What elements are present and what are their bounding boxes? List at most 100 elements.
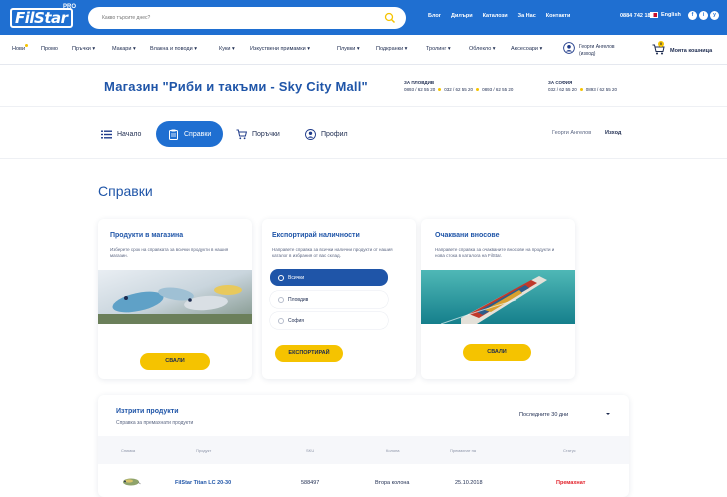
search-input[interactable]: [102, 12, 372, 24]
download-incoming-button[interactable]: СВАЛИ: [463, 344, 531, 361]
instagram-icon[interactable]: i: [699, 11, 708, 20]
top-link-blog[interactable]: Блог: [428, 13, 441, 19]
removed-date: 25.10.2018: [455, 480, 483, 486]
option-sofia[interactable]: София: [270, 312, 388, 329]
plovdiv-phones: ЗА ПЛОВДИВ 0893 / 62 55 20 032 / 62 55 2…: [404, 80, 513, 92]
category-new-label: Нови: [12, 46, 26, 52]
category-new[interactable]: Нови: [12, 44, 29, 52]
cart-label[interactable]: Моята кошница: [670, 48, 712, 54]
column-photo: Снимка: [121, 448, 136, 453]
table-header: [98, 436, 629, 464]
tab-home-label: Начало: [117, 130, 142, 138]
fishing-lures-image: [98, 270, 252, 324]
category-lines-label: Влакна и поводи: [150, 46, 193, 52]
category-reels[interactable]: Макари ▾: [112, 46, 136, 52]
card-in-store-products: Продукти в магазина Изберете срок на спр…: [98, 219, 252, 379]
sofia-phone-2[interactable]: 0893 / 62 55 20: [586, 87, 617, 92]
search-bar: [88, 7, 406, 29]
category-promo[interactable]: Промо: [41, 46, 58, 52]
category-trolling-label: Тролинг: [426, 46, 447, 52]
plovdiv-phone-3[interactable]: 0893 / 62 55 20: [482, 87, 513, 92]
card-title: Продукти в магазина: [110, 232, 184, 239]
youtube-icon[interactable]: y: [710, 11, 719, 20]
product-column: Втора колона: [375, 480, 410, 486]
user-name: Георги Ангелов: [579, 44, 615, 50]
category-hooks-label: Куки: [219, 46, 231, 52]
card-title: Експортирай наличности: [272, 232, 360, 239]
top-link-about[interactable]: За Нас: [518, 13, 536, 19]
user-icon[interactable]: [563, 42, 575, 54]
top-link-contacts[interactable]: Контакти: [546, 13, 571, 19]
tab-profile[interactable]: Профил: [305, 121, 348, 147]
export-button[interactable]: ЕКСПОРТИРАЙ: [275, 345, 343, 362]
product-link[interactable]: FilStar Titan LC 20-30: [175, 480, 231, 486]
category-hooks[interactable]: Куки ▾: [219, 46, 235, 52]
category-floats-label: Плувки: [337, 46, 356, 52]
top-link-catalogs[interactable]: Каталози: [483, 13, 508, 19]
logo-pro-label: PRO: [62, 4, 76, 10]
filstar-logo[interactable]: FilStar PRO: [10, 4, 76, 28]
tab-reports-label: Справки: [184, 130, 212, 138]
radio-icon: [278, 317, 284, 324]
period-dropdown[interactable]: Последните 30 дни: [513, 406, 615, 424]
search-icon[interactable]: [384, 12, 396, 24]
category-rods[interactable]: Пръчки ▾: [72, 46, 95, 52]
column-status: Статус: [563, 448, 576, 453]
category-clothing-label: Облекло: [469, 46, 492, 52]
card-title: Очаквани вносове: [435, 232, 500, 239]
separator-dot: [579, 88, 583, 91]
user-menu[interactable]: Георги Ангелов (изход): [579, 44, 615, 58]
option-sofia-label: София: [288, 317, 305, 324]
logo-text: FilStar: [10, 8, 73, 28]
category-clothing[interactable]: Облекло ▾: [469, 46, 496, 52]
category-floats[interactable]: Плувки ▾: [337, 46, 360, 52]
tab-orders[interactable]: Поръчки: [236, 121, 280, 147]
option-plovdiv[interactable]: Пловдив: [270, 291, 388, 308]
category-lines[interactable]: Влакна и поводи ▾: [150, 46, 197, 52]
column-sku: SKU: [306, 448, 315, 453]
user-icon: [305, 128, 316, 140]
sofia-phone-1[interactable]: 032 / 62 55 20: [548, 87, 577, 92]
clipboard-icon: [169, 129, 178, 140]
top-link-dealers[interactable]: Дилъри: [451, 13, 473, 19]
category-lures[interactable]: Изкуствени примамки ▾: [250, 46, 310, 52]
phone-number[interactable]: 0884 742 185: [620, 13, 654, 19]
category-lures-label: Изкуствени примамки: [250, 46, 306, 52]
period-selected-value: Последните 30 дни: [519, 412, 569, 418]
product-thumbnail: [123, 478, 141, 486]
logout-link[interactable]: Изход: [605, 130, 621, 136]
download-in-store-button[interactable]: СВАЛИ: [140, 353, 210, 370]
plovdiv-phone-2[interactable]: 032 / 62 55 20: [444, 87, 473, 92]
status-badge: Премахнат: [556, 480, 586, 486]
radio-selected-icon: [278, 274, 284, 281]
cart-count-badge: 0: [658, 41, 664, 47]
social-links: f i y: [688, 11, 719, 20]
uk-flag-icon: [650, 12, 658, 18]
tab-home[interactable]: Начало: [101, 121, 141, 147]
container-ship-image: [421, 270, 575, 324]
language-switch[interactable]: English: [650, 12, 681, 18]
column-product: Продукт: [196, 448, 212, 453]
card-export-stock: Експортирай наличности Направете справка…: [262, 219, 416, 379]
facebook-icon[interactable]: f: [688, 11, 697, 20]
cart-icon: [236, 129, 247, 139]
plovdiv-phone-1[interactable]: 0893 / 62 55 20: [404, 87, 435, 92]
category-rods-label: Пръчки: [72, 46, 91, 52]
category-rests-label: Подкранки: [376, 46, 404, 52]
category-nav: [0, 35, 727, 65]
user-logout-link[interactable]: (изход): [579, 51, 615, 58]
category-accessories[interactable]: Аксесоари ▾: [511, 46, 542, 52]
option-all[interactable]: Всички: [270, 269, 388, 286]
account-name: Георги Ангелов: [552, 130, 592, 136]
language-label: English: [661, 12, 681, 18]
category-rests[interactable]: Подкранки ▾: [376, 46, 407, 52]
category-trolling[interactable]: Тролинг ▾: [426, 46, 451, 52]
tab-reports[interactable]: Справки: [156, 121, 224, 147]
product-sku: 588497: [301, 480, 320, 486]
deleted-products-subtitle: Справка за премахнати продукти: [116, 420, 194, 426]
option-plovdiv-label: Пловдив: [288, 296, 309, 303]
option-all-label: Всички: [288, 274, 305, 281]
tab-orders-label: Поръчки: [252, 130, 280, 138]
list-icon: [101, 130, 112, 138]
chevron-down-icon: [606, 413, 610, 415]
